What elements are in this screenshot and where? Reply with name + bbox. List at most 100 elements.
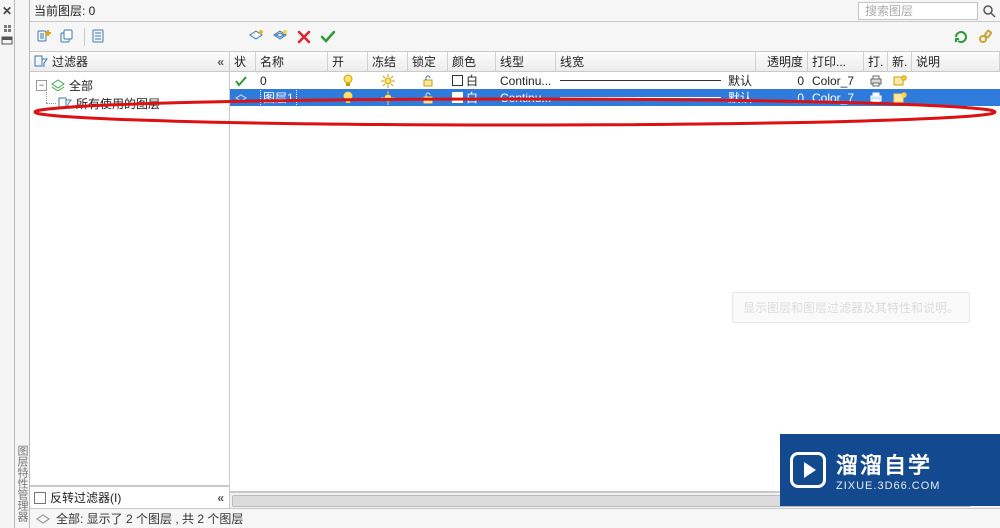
cell-lock[interactable] bbox=[408, 89, 448, 106]
dockbar-pin-icon[interactable] bbox=[1, 36, 13, 48]
invert-filter-label: 反转过滤器(I) bbox=[50, 489, 121, 506]
layer-name-editing[interactable]: 图层1 bbox=[260, 89, 297, 106]
cell-color[interactable]: 白 bbox=[448, 72, 496, 89]
col-plotstyle[interactable]: 打印... bbox=[808, 52, 864, 71]
new-property-filter-button[interactable] bbox=[36, 28, 54, 46]
cell-transparency[interactable]: 0 bbox=[756, 72, 808, 89]
toolbar bbox=[30, 22, 1000, 52]
cell-description[interactable] bbox=[912, 72, 1000, 89]
cell-status bbox=[230, 89, 256, 106]
close-icon[interactable]: ✕ bbox=[2, 4, 12, 18]
unlock-icon bbox=[421, 91, 435, 105]
collapse-filter-icon[interactable]: « bbox=[217, 55, 225, 69]
unlock-icon bbox=[421, 74, 435, 88]
refresh-button[interactable] bbox=[952, 28, 970, 46]
color-name: 白 bbox=[466, 72, 478, 89]
table-header: 状 名称 开 冻结 锁定 颜色 线型 线宽 透明度 打印... 打. 新. 说明 bbox=[230, 52, 1000, 72]
search-input[interactable] bbox=[863, 3, 973, 19]
watermark-title: 溜溜自学 bbox=[836, 448, 940, 480]
cell-on[interactable] bbox=[328, 72, 368, 89]
col-transparency[interactable]: 透明度 bbox=[756, 52, 808, 71]
cell-color[interactable]: 白 bbox=[448, 89, 496, 106]
search-input-wrapper[interactable] bbox=[858, 2, 978, 20]
color-swatch bbox=[452, 75, 463, 86]
header: 当前图层: 0 bbox=[30, 0, 1000, 22]
cell-description[interactable] bbox=[912, 89, 1000, 106]
col-freeze[interactable]: 冻结 bbox=[368, 52, 408, 71]
cell-status bbox=[230, 72, 256, 89]
play-icon bbox=[790, 452, 826, 488]
table-body[interactable]: 0 白 Contin bbox=[230, 72, 1000, 492]
filter-tree: − 全部 所有使用的图层 bbox=[30, 72, 229, 486]
new-vp-freeze-icon bbox=[893, 75, 907, 87]
watermark: 溜溜自学 ZIXUE.3D66.COM bbox=[780, 434, 1000, 506]
invert-filter-checkbox[interactable] bbox=[34, 492, 46, 504]
col-lock[interactable]: 锁定 bbox=[408, 52, 448, 71]
sun-icon bbox=[381, 74, 395, 88]
cell-newvp[interactable] bbox=[888, 89, 912, 106]
set-current-button[interactable] bbox=[319, 28, 337, 46]
lineweight-label: 默认 bbox=[728, 89, 752, 106]
new-vp-freeze-icon bbox=[893, 92, 907, 104]
grip-icon[interactable] bbox=[3, 24, 11, 32]
filter-panel: 过滤器 « − 全部 所有使用的图层 反转过滤器(I) bbox=[30, 52, 230, 508]
current-layer-label: 当前图层: 0 bbox=[34, 2, 95, 19]
cell-plot[interactable] bbox=[864, 72, 888, 89]
col-plot[interactable]: 打. bbox=[864, 52, 888, 71]
tree-item-all[interactable]: − 全部 bbox=[36, 76, 223, 94]
col-on[interactable]: 开 bbox=[328, 52, 368, 71]
cell-name[interactable]: 图层1 bbox=[256, 89, 328, 106]
cell-name[interactable]: 0 bbox=[256, 72, 328, 89]
tooltip-ghost: 显示图层和图层过滤器及其特性和说明。 bbox=[732, 292, 970, 323]
lineweight-preview bbox=[560, 80, 721, 81]
cell-freeze[interactable] bbox=[368, 72, 408, 89]
cell-plotstyle[interactable]: Color_7 bbox=[808, 89, 864, 106]
col-newvp[interactable]: 新. bbox=[888, 52, 912, 71]
collapse-footer-icon[interactable]: « bbox=[217, 491, 225, 505]
cell-lineweight[interactable]: 默认 bbox=[556, 72, 756, 89]
tree-item-label: 所有使用的图层 bbox=[76, 95, 160, 112]
col-name[interactable]: 名称 bbox=[256, 52, 328, 71]
col-status[interactable]: 状 bbox=[230, 52, 256, 71]
printer-icon bbox=[869, 75, 883, 87]
col-lineweight[interactable]: 线宽 bbox=[556, 52, 756, 71]
lightbulb-on-icon bbox=[342, 91, 354, 105]
dockbar-title: 图层特性管理器 bbox=[14, 445, 30, 522]
cell-lineweight[interactable]: 默认 bbox=[556, 89, 756, 106]
table-row[interactable]: 图层1 白 bbox=[230, 89, 1000, 106]
cell-plotstyle[interactable]: Color_7 bbox=[808, 72, 864, 89]
new-layer-frozen-button[interactable] bbox=[271, 28, 289, 46]
new-layer-button[interactable] bbox=[247, 28, 265, 46]
cell-transparency[interactable]: 0 bbox=[756, 89, 808, 106]
check-icon bbox=[234, 74, 248, 88]
layer-states-button[interactable] bbox=[91, 28, 109, 46]
cell-on[interactable] bbox=[328, 89, 368, 106]
cell-freeze[interactable] bbox=[368, 89, 408, 106]
col-linetype[interactable]: 线型 bbox=[496, 52, 556, 71]
settings-button[interactable] bbox=[976, 28, 994, 46]
table-row[interactable]: 0 白 Contin bbox=[230, 72, 1000, 89]
cell-lock[interactable] bbox=[408, 72, 448, 89]
filter-used-icon bbox=[58, 97, 72, 109]
cell-newvp[interactable] bbox=[888, 72, 912, 89]
printer-icon bbox=[869, 92, 883, 104]
dockbar-left-1: ✕ bbox=[0, 0, 15, 528]
col-description[interactable]: 说明 bbox=[912, 52, 1000, 71]
delete-layer-button[interactable] bbox=[295, 28, 313, 46]
filter-icon bbox=[34, 55, 48, 69]
layer-icon bbox=[234, 93, 248, 103]
new-group-filter-button[interactable] bbox=[60, 28, 78, 46]
cell-linetype[interactable]: Continu... bbox=[496, 89, 556, 106]
lineweight-label: 默认 bbox=[728, 72, 752, 89]
tree-item-used[interactable]: 所有使用的图层 bbox=[36, 94, 223, 112]
col-color[interactable]: 颜色 bbox=[448, 52, 496, 71]
watermark-url: ZIXUE.3D66.COM bbox=[836, 480, 940, 492]
filter-panel-header: 过滤器 « bbox=[30, 52, 229, 72]
cell-plot[interactable] bbox=[864, 89, 888, 106]
filter-all-icon bbox=[51, 79, 65, 91]
sun-icon bbox=[381, 91, 395, 105]
status-icon bbox=[36, 512, 50, 526]
status-text: 全部: 显示了 2 个图层 , 共 2 个图层 bbox=[56, 510, 243, 527]
cell-linetype[interactable]: Continu... bbox=[496, 72, 556, 89]
search-icon[interactable] bbox=[982, 4, 996, 18]
